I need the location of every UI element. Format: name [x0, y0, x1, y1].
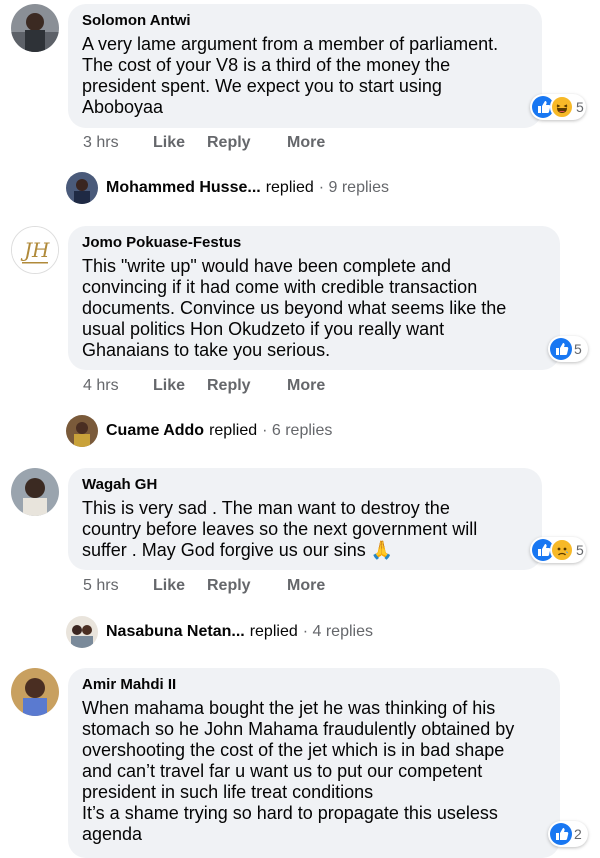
avatar[interactable]: JH — [11, 226, 59, 274]
avatar — [66, 172, 98, 204]
replied-label: replied — [209, 422, 258, 439]
replied-label: replied — [249, 623, 298, 640]
replies-preview[interactable]: Nasabuna Netan... replied · 4 replies — [66, 616, 373, 648]
avatar — [66, 415, 98, 447]
reply-button[interactable]: Reply — [207, 134, 287, 152]
comment-author[interactable]: Wagah GH — [82, 476, 528, 494]
more-button[interactable]: More — [287, 134, 325, 152]
comment-bubble: Jomo Pokuase-Festus This "write up" woul… — [68, 226, 560, 370]
avatar[interactable] — [11, 4, 59, 52]
replies-preview[interactable]: Cuame Addo replied · 6 replies — [66, 415, 332, 447]
laughing-face-icon — [550, 95, 574, 119]
reply-count[interactable]: · 4 replies — [303, 623, 373, 641]
comment-author[interactable]: Solomon Antwi — [82, 12, 528, 30]
avatar — [66, 616, 98, 648]
comment-text: This is very sad . The man want to destr… — [82, 498, 478, 560]
like-button[interactable]: Like — [153, 134, 189, 152]
reply-button[interactable]: Reply — [207, 377, 287, 395]
reply-author[interactable]: Nasabuna Netan... — [106, 623, 245, 641]
comment-author[interactable]: Jomo Pokuase-Festus — [82, 234, 546, 252]
comment-time[interactable]: 5 hrs — [83, 577, 153, 595]
more-button[interactable]: More — [287, 377, 325, 395]
comment-time[interactable]: 4 hrs — [83, 377, 153, 395]
comment-actions: 5 hrs Like Reply More — [83, 577, 325, 595]
reaction-summary[interactable]: 5 — [530, 537, 586, 563]
thumbs-up-icon — [550, 823, 572, 845]
more-button[interactable]: More — [287, 577, 325, 595]
reaction-count: 5 — [576, 99, 584, 115]
avatar[interactable] — [11, 668, 59, 716]
thumbs-up-icon — [550, 338, 572, 360]
reaction-count: 5 — [576, 542, 584, 558]
svg-text:JH: JH — [20, 238, 50, 262]
comment-text: This "write up" would have been complete… — [82, 256, 507, 360]
reaction-summary[interactable]: 5 — [530, 94, 586, 120]
reply-count[interactable]: · 9 replies — [319, 179, 389, 197]
like-button[interactable]: Like — [153, 377, 189, 395]
reply-button[interactable]: Reply — [207, 577, 287, 595]
comment-author[interactable]: Amir Mahdi II — [82, 676, 546, 694]
comment-text: When mahama bought the jet he was thinki… — [82, 698, 515, 844]
comment-text: A very lame argument from a member of pa… — [82, 34, 499, 117]
comment-bubble: Solomon Antwi A very lame argument from … — [68, 4, 542, 128]
reaction-count: 2 — [574, 826, 582, 842]
sad-face-icon — [550, 538, 574, 562]
reaction-count: 5 — [574, 341, 582, 357]
comment-actions: 3 hrs Like Reply More — [83, 134, 325, 152]
comment-bubble: Wagah GH This is very sad . The man want… — [68, 468, 542, 570]
reaction-summary[interactable]: 5 — [548, 336, 588, 362]
reply-author[interactable]: Mohammed Husse... — [106, 179, 261, 197]
like-button[interactable]: Like — [153, 577, 189, 595]
replied-label: replied — [265, 179, 314, 196]
avatar[interactable] — [11, 468, 59, 516]
replies-preview[interactable]: Mohammed Husse... replied · 9 replies — [66, 172, 389, 204]
reaction-summary[interactable]: 2 — [548, 821, 588, 847]
comment-bubble: Amir Mahdi II When mahama bought the jet… — [68, 668, 560, 858]
reply-count[interactable]: · 6 replies — [262, 422, 332, 440]
comment-actions: 4 hrs Like Reply More — [83, 377, 325, 395]
comment-time[interactable]: 3 hrs — [83, 134, 153, 152]
reply-author[interactable]: Cuame Addo — [106, 422, 204, 440]
